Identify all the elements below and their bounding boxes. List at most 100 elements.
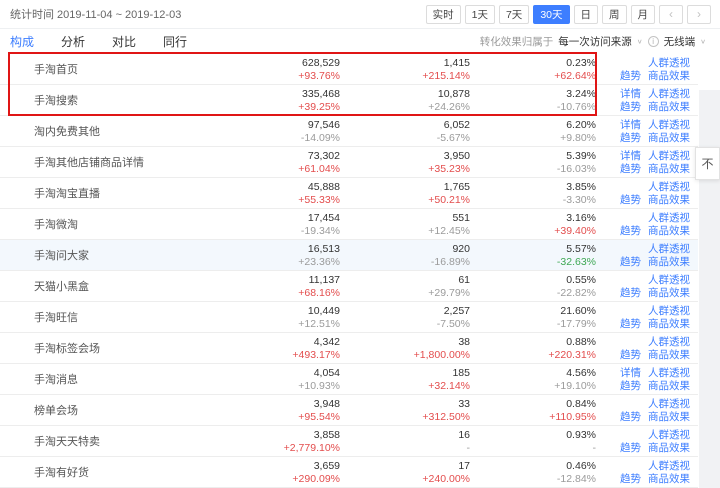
conversion-delta: -12.84% xyxy=(486,473,596,486)
link-crowd[interactable]: 人群透视 xyxy=(648,398,690,410)
link-trend[interactable]: 趋势 xyxy=(620,194,641,206)
table-row[interactable]: 天猫小黑盒 11,137 +68.16% 61 +29.79% 0.55% -2… xyxy=(0,271,698,302)
tab-对比[interactable]: 对比 xyxy=(112,33,136,50)
conversion-metric: 5.57% -32.63% xyxy=(486,243,596,269)
table-row[interactable]: 手淘搜索 335,468 +39.25% 10,878 +24.26% 3.24… xyxy=(0,85,698,116)
prev-period-button[interactable]: ‹ xyxy=(659,5,683,24)
link-detail[interactable]: 详情 xyxy=(620,150,641,162)
link-product[interactable]: 商品效果 xyxy=(648,194,690,206)
range-button-月[interactable]: 月 xyxy=(631,5,656,24)
conversion-source-select[interactable]: 每一次访问来源 xyxy=(558,34,632,49)
link-trend[interactable]: 趋势 xyxy=(620,411,641,423)
table-row[interactable]: 手淘首页 628,529 +93.76% 1,415 +215.14% 0.23… xyxy=(0,54,698,85)
info-icon[interactable]: i xyxy=(648,36,659,47)
conversion-metric: 3.85% -3.30% xyxy=(486,181,596,207)
link-product[interactable]: 商品效果 xyxy=(648,101,690,113)
link-crowd[interactable]: 人群透视 xyxy=(648,336,690,348)
row-actions: 人群透视 趋势商品效果 xyxy=(598,305,690,331)
table-row[interactable]: 手淘消息 4,054 +10.93% 185 +32.14% 4.56% +19… xyxy=(0,364,698,395)
table-row[interactable]: 淘内免费其他 97,546 -14.09% 6,052 -5.67% 6.20%… xyxy=(0,116,698,147)
link-product[interactable]: 商品效果 xyxy=(648,287,690,299)
source-name: 手淘有好货 xyxy=(34,464,89,480)
buyers-delta: -5.67% xyxy=(360,132,470,145)
link-trend[interactable]: 趋势 xyxy=(620,318,641,330)
tab-分析[interactable]: 分析 xyxy=(61,33,85,50)
chevron-down-icon[interactable]: ∨ xyxy=(637,38,643,45)
visitors-value: 16,513 xyxy=(230,243,340,256)
link-crowd[interactable]: 人群透视 xyxy=(648,274,690,286)
link-trend[interactable]: 趋势 xyxy=(620,473,641,485)
link-product[interactable]: 商品效果 xyxy=(648,349,690,361)
link-product[interactable]: 商品效果 xyxy=(648,380,690,392)
link-product[interactable]: 商品效果 xyxy=(648,132,690,144)
link-trend[interactable]: 趋势 xyxy=(620,380,641,392)
link-crowd[interactable]: 人群透视 xyxy=(648,367,690,379)
link-crowd[interactable]: 人群透视 xyxy=(648,119,690,131)
conversion-value: 21.60% xyxy=(486,305,596,318)
buyers-delta: +32.14% xyxy=(360,380,470,393)
link-trend[interactable]: 趋势 xyxy=(620,225,641,237)
link-trend[interactable]: 趋势 xyxy=(620,349,641,361)
table-row[interactable]: 手淘淘宝直播 45,888 +55.33% 1,765 +50.21% 3.85… xyxy=(0,178,698,209)
range-button-1天[interactable]: 1天 xyxy=(465,5,495,24)
link-trend[interactable]: 趋势 xyxy=(620,101,641,113)
link-detail[interactable]: 详情 xyxy=(620,119,641,131)
visitors-value: 73,302 xyxy=(230,150,340,163)
link-detail[interactable]: 详情 xyxy=(620,367,641,379)
link-product[interactable]: 商品效果 xyxy=(648,163,690,175)
link-crowd[interactable]: 人群透视 xyxy=(648,305,690,317)
conversion-metric: 0.93% - xyxy=(486,429,596,455)
conversion-value: 3.24% xyxy=(486,88,596,101)
range-button-周[interactable]: 周 xyxy=(602,5,627,24)
source-name: 手淘搜索 xyxy=(34,92,78,108)
table-row[interactable]: 手淘标签会场 4,342 +493.17% 38 +1,800.00% 0.88… xyxy=(0,333,698,364)
table-row[interactable]: 手淘旺信 10,449 +12.51% 2,257 -7.50% 21.60% … xyxy=(0,302,698,333)
terminal-select[interactable]: 无线端 xyxy=(664,34,696,49)
link-crowd[interactable]: 人群透视 xyxy=(648,88,690,100)
table-row[interactable]: 手淘有好货 3,659 +290.09% 17 +240.00% 0.46% -… xyxy=(0,457,698,488)
table-row[interactable]: 手淘微淘 17,454 -19.34% 551 +12.45% 3.16% +3… xyxy=(0,209,698,240)
link-crowd[interactable]: 人群透视 xyxy=(648,181,690,193)
link-product[interactable]: 商品效果 xyxy=(648,256,690,268)
link-product[interactable]: 商品效果 xyxy=(648,70,690,82)
link-trend[interactable]: 趋势 xyxy=(620,287,641,299)
link-product[interactable]: 商品效果 xyxy=(648,473,690,485)
link-product[interactable]: 商品效果 xyxy=(648,442,690,454)
link-crowd[interactable]: 人群透视 xyxy=(648,429,690,441)
link-trend[interactable]: 趋势 xyxy=(620,442,641,454)
buyers-value: 920 xyxy=(360,243,470,256)
link-product[interactable]: 商品效果 xyxy=(648,318,690,330)
feedback-float-button[interactable]: 不 xyxy=(695,147,720,180)
link-crowd[interactable]: 人群透视 xyxy=(648,57,690,69)
link-crowd[interactable]: 人群透视 xyxy=(648,460,690,472)
link-trend[interactable]: 趋势 xyxy=(620,132,641,144)
table-row[interactable]: 手淘其他店铺商品详情 73,302 +61.04% 3,950 +35.23% … xyxy=(0,147,698,178)
link-trend[interactable]: 趋势 xyxy=(620,163,641,175)
link-product[interactable]: 商品效果 xyxy=(648,411,690,423)
link-crowd[interactable]: 人群透视 xyxy=(648,243,690,255)
next-period-button[interactable]: › xyxy=(687,5,711,24)
link-crowd[interactable]: 人群透视 xyxy=(648,212,690,224)
tab-同行[interactable]: 同行 xyxy=(163,33,187,50)
visitors-delta: +95.54% xyxy=(230,411,340,424)
visitors-delta: +493.17% xyxy=(230,349,340,362)
source-name: 淘内免费其他 xyxy=(34,123,100,139)
link-trend[interactable]: 趋势 xyxy=(620,70,641,82)
visitors-value: 45,888 xyxy=(230,181,340,194)
range-button-实时[interactable]: 实时 xyxy=(426,5,461,24)
link-trend[interactable]: 趋势 xyxy=(620,256,641,268)
tabs: 构成 分析 对比 同行 xyxy=(10,33,187,50)
table-row[interactable]: 手淘天天特卖 3,858 +2,779.10% 16 - 0.93% - 人群透… xyxy=(0,426,698,457)
tab-构成[interactable]: 构成 xyxy=(10,33,34,50)
range-button-日[interactable]: 日 xyxy=(574,5,599,24)
link-product[interactable]: 商品效果 xyxy=(648,225,690,237)
table-row[interactable]: 手淘问大家 16,513 +23.36% 920 -16.89% 5.57% -… xyxy=(0,240,698,271)
link-crowd[interactable]: 人群透视 xyxy=(648,150,690,162)
link-detail[interactable]: 详情 xyxy=(620,88,641,100)
chevron-down-icon[interactable]: ∨ xyxy=(700,38,706,45)
row-actions: 详情人群透视 趋势商品效果 xyxy=(598,367,690,393)
table-row[interactable]: 榜单会场 3,948 +95.54% 33 +312.50% 0.84% +11… xyxy=(0,395,698,426)
range-button-30天[interactable]: 30天 xyxy=(533,5,569,24)
visitors-metric: 17,454 -19.34% xyxy=(230,212,340,238)
range-button-7天[interactable]: 7天 xyxy=(499,5,529,24)
